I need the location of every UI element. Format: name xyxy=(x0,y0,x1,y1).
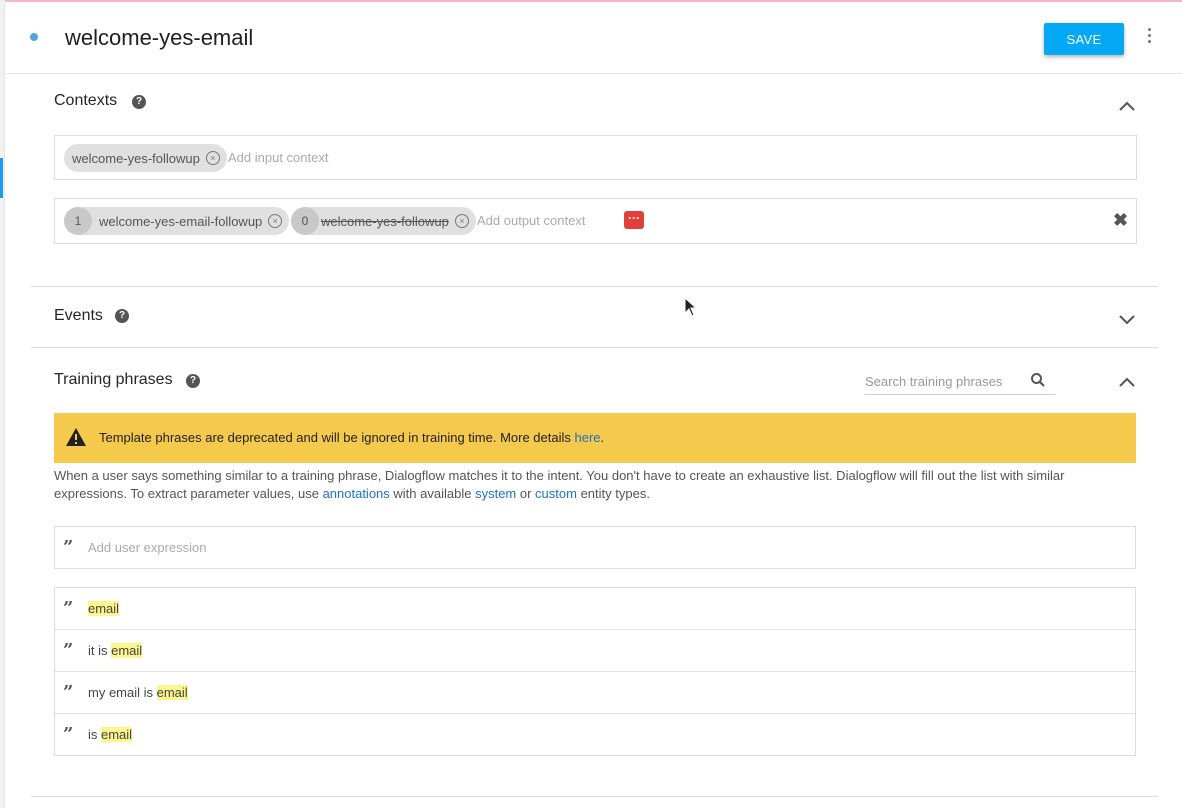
ellipsis-icon[interactable]: ··· xyxy=(624,211,644,229)
chevron-down-icon[interactable] xyxy=(1118,314,1136,326)
output-context-chip-removed[interactable]: 0 welcome-yes-followup × xyxy=(291,207,476,235)
chevron-up-icon[interactable] xyxy=(1118,100,1136,112)
entity-annotation[interactable]: email xyxy=(88,601,120,616)
chevron-up-icon[interactable] xyxy=(1118,376,1136,388)
warning-text: Template phrases are deprecated and will… xyxy=(99,430,605,445)
quote-icon: ” xyxy=(63,640,74,661)
entity-annotation[interactable]: email xyxy=(156,685,188,700)
phrase-text[interactable]: is email xyxy=(88,727,133,742)
quote-icon: ” xyxy=(63,598,74,619)
chip-label: welcome-yes-followup xyxy=(72,150,200,166)
warning-icon xyxy=(66,428,86,446)
save-button[interactable]: SAVE xyxy=(1044,23,1124,55)
section-divider xyxy=(31,286,1158,287)
help-icon[interactable]: ? xyxy=(186,374,200,388)
chip-label: welcome-yes-email-followup xyxy=(99,213,263,229)
add-user-expression-field[interactable]: ” Add user expression xyxy=(54,526,1136,569)
input-context-field[interactable]: welcome-yes-followup × Add input context xyxy=(54,135,1137,180)
more-vertical-icon[interactable] xyxy=(1148,28,1152,46)
remove-chip-icon[interactable]: × xyxy=(205,151,220,165)
system-link[interactable]: system xyxy=(475,486,516,501)
search-training-phrases[interactable] xyxy=(865,372,1055,395)
section-divider xyxy=(31,347,1158,348)
training-phrases-list: ” email ” it is email ” my email is emai… xyxy=(54,587,1136,756)
quote-icon: ” xyxy=(63,724,74,745)
entity-annotation[interactable]: email xyxy=(101,727,133,742)
lifespan-badge[interactable]: 1 xyxy=(64,207,92,235)
input-context-placeholder[interactable]: Add input context xyxy=(228,150,328,165)
phrase-text[interactable]: my email is email xyxy=(88,685,188,700)
status-dot-icon xyxy=(30,33,38,41)
training-phrase-row[interactable]: ” is email xyxy=(55,714,1135,755)
here-link[interactable]: here xyxy=(574,430,600,445)
training-phrase-row[interactable]: ” it is email xyxy=(55,630,1135,672)
events-title[interactable]: Events xyxy=(54,307,103,325)
training-phrases-title[interactable]: Training phrases xyxy=(54,371,173,389)
help-icon[interactable]: ? xyxy=(115,309,129,323)
output-context-field[interactable]: 1 welcome-yes-email-followup × 0 welcome… xyxy=(54,198,1137,244)
search-icon[interactable] xyxy=(1030,372,1046,388)
quote-icon: ” xyxy=(63,682,74,703)
entity-annotation[interactable]: email xyxy=(111,643,143,658)
left-sidebar-strip xyxy=(0,0,5,808)
quote-icon: ” xyxy=(63,537,74,558)
deprecation-warning-banner: Template phrases are deprecated and will… xyxy=(54,413,1136,463)
output-context-placeholder[interactable]: Add output context xyxy=(477,213,585,228)
help-icon[interactable]: ? xyxy=(132,95,146,109)
training-description: When a user says something similar to a … xyxy=(54,468,1065,501)
phrase-text[interactable]: it is email xyxy=(88,643,143,658)
training-phrase-row[interactable]: ” email xyxy=(55,588,1135,630)
remove-chip-icon[interactable]: × xyxy=(268,214,283,228)
section-divider xyxy=(31,796,1158,797)
training-phrase-row[interactable]: ” my email is email xyxy=(55,672,1135,714)
add-expression-placeholder[interactable]: Add user expression xyxy=(88,540,207,555)
intent-header: welcome-yes-email SAVE xyxy=(5,2,1182,74)
remove-chip-icon[interactable]: × xyxy=(454,214,469,228)
contexts-title[interactable]: Contexts xyxy=(54,92,117,110)
phrase-text[interactable]: email xyxy=(88,601,120,616)
lifespan-badge[interactable]: 0 xyxy=(291,207,319,235)
close-icon[interactable]: ✖ xyxy=(1113,210,1128,231)
annotations-link[interactable]: annotations xyxy=(323,486,390,501)
search-input[interactable] xyxy=(865,372,1015,390)
intent-name-title[interactable]: welcome-yes-email xyxy=(65,25,253,51)
output-context-chip[interactable]: 1 welcome-yes-email-followup × xyxy=(64,207,290,235)
chip-label: welcome-yes-followup xyxy=(321,213,449,229)
custom-link[interactable]: custom xyxy=(535,486,577,501)
input-context-chip[interactable]: welcome-yes-followup × xyxy=(64,144,227,172)
sidebar-active-indicator xyxy=(0,158,3,198)
mouse-cursor-icon xyxy=(684,297,696,317)
